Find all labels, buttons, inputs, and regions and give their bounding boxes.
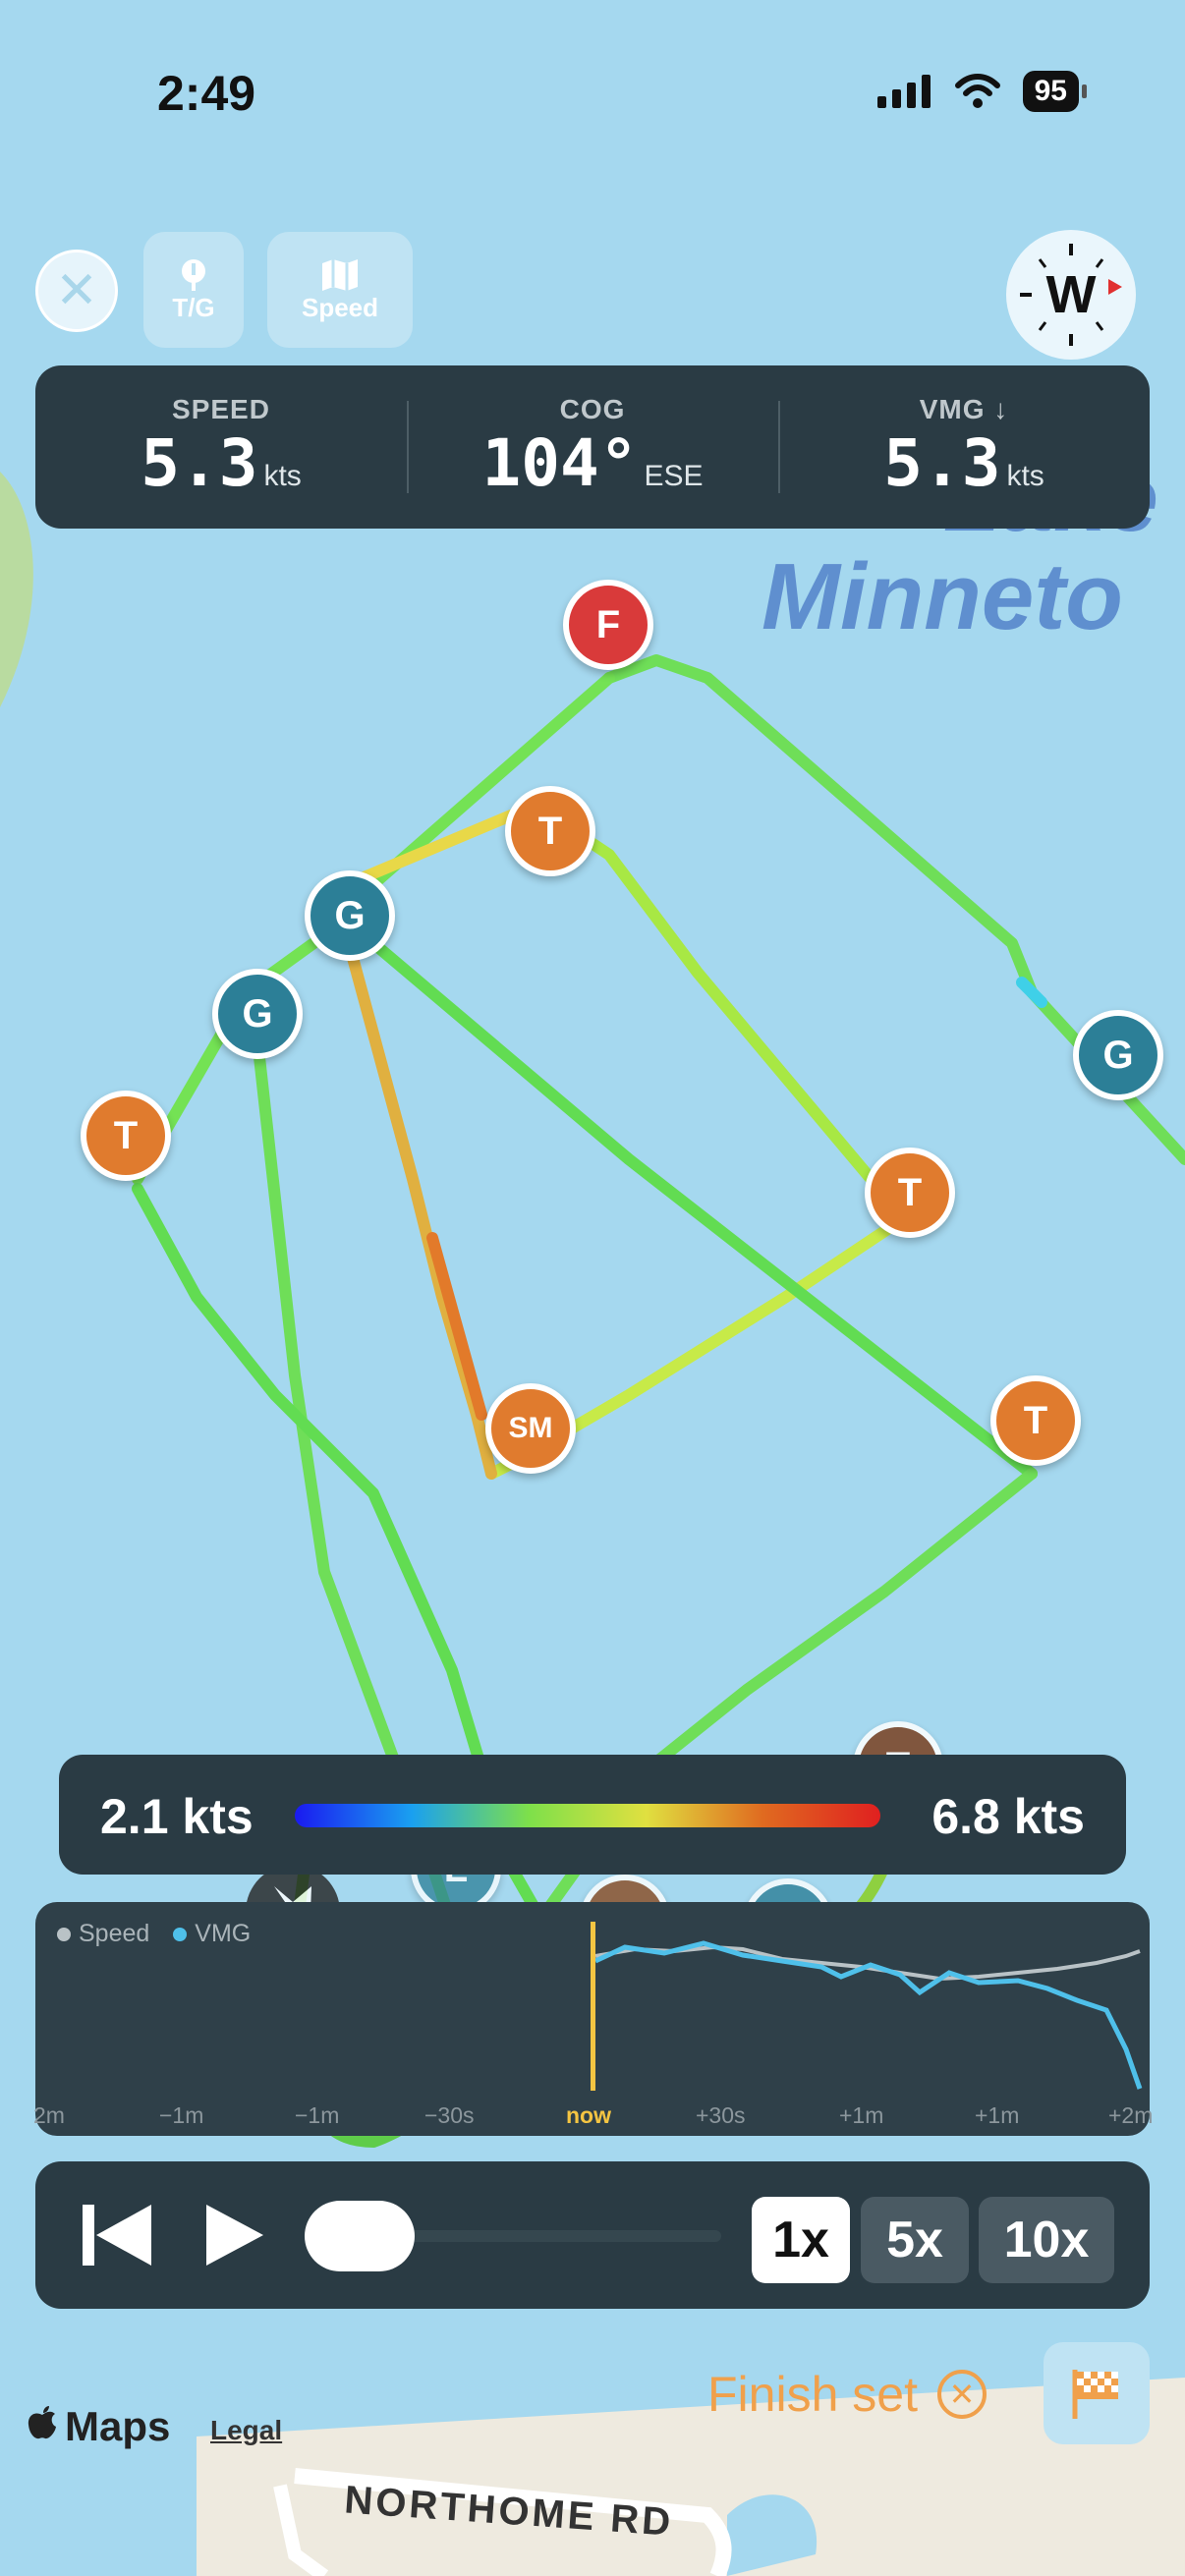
- skip-back-button[interactable]: [79, 2201, 157, 2274]
- close-icon: ✕: [55, 262, 98, 319]
- stat-label: SPEED: [172, 393, 270, 424]
- battery-icon: 95: [1022, 71, 1079, 112]
- axis-tick: −1m: [295, 2102, 340, 2128]
- legal-link[interactable]: Legal: [210, 2415, 282, 2446]
- marker-mark[interactable]: SM: [485, 1383, 576, 1474]
- scrubber-thumb[interactable]: [305, 2201, 415, 2271]
- maps-label: Maps: [65, 2403, 171, 2449]
- playback-controls: 1x 5x 10x: [35, 2161, 1150, 2309]
- signal-icon: [876, 75, 931, 108]
- status-time: 2:49: [157, 66, 256, 121]
- stat-value: 5.3: [141, 424, 258, 501]
- axis-tick: 2m: [33, 2102, 65, 2128]
- speed-map-button[interactable]: Speed: [267, 232, 413, 348]
- axis-tick: +30s: [696, 2102, 746, 2128]
- marker-tack[interactable]: T: [990, 1375, 1081, 1466]
- finish-flag-button[interactable]: [1044, 2342, 1150, 2444]
- stat-unit: kts: [263, 459, 302, 492]
- axis-tick: −1m: [159, 2102, 204, 2128]
- checkered-flag-icon: [1072, 2370, 1118, 2419]
- stats-panel: SPEED 5.3 kts COG 104° ESE VMG ↓ 5.3 kts: [35, 365, 1150, 529]
- current-time-marker[interactable]: [591, 1922, 595, 2091]
- graph-lines: [591, 1922, 1143, 2091]
- speed-max-label: 6.8 kts: [931, 1789, 1085, 1844]
- map-icon: [322, 258, 358, 291]
- play-button[interactable]: [202, 2201, 267, 2274]
- marker-gybe[interactable]: G: [305, 870, 395, 961]
- axis-tick: +1m: [975, 2102, 1020, 2128]
- status-icons: 95: [876, 71, 1087, 112]
- tg-toggle-button[interactable]: T/G: [143, 232, 244, 348]
- speed-label: Speed: [301, 292, 379, 322]
- marker-tack[interactable]: T: [505, 786, 595, 876]
- axis-tick: +1m: [839, 2102, 884, 2128]
- axis-tick: −30s: [424, 2102, 475, 2128]
- stat-cog: COG 104° ESE: [407, 365, 778, 529]
- skip-back-icon: [83, 2205, 151, 2266]
- apple-logo-icon: [28, 2406, 56, 2439]
- speed-gradient: [295, 1804, 880, 1827]
- speed-1x-button[interactable]: 1x: [752, 2197, 850, 2283]
- stat-label: VMG ↓: [919, 393, 1009, 424]
- compass-letter: W: [1045, 265, 1097, 324]
- lake-label-2: Minneto: [762, 544, 1123, 649]
- speed-10x-button[interactable]: 10x: [979, 2197, 1114, 2283]
- stat-speed: SPEED 5.3 kts: [35, 365, 407, 529]
- finish-set-label: Finish set: [707, 2367, 918, 2422]
- vmg-series: [593, 1940, 1143, 2090]
- stat-value: 104°: [481, 424, 639, 501]
- stat-label: COG: [559, 393, 626, 424]
- marker-gybe[interactable]: G: [212, 969, 303, 1059]
- play-icon: [206, 2205, 263, 2266]
- stat-vmg: VMG ↓ 5.3 kts: [778, 365, 1150, 529]
- axis-tick: +2m: [1108, 2102, 1154, 2128]
- marker-tack[interactable]: T: [865, 1148, 955, 1238]
- speed-min-label: 2.1 kts: [100, 1789, 254, 1844]
- graph-axis: 2m −1m −1m −30s now +30s +1m +1m +2m: [33, 2102, 1154, 2132]
- stat-value: 5.3: [883, 424, 1001, 501]
- marker-gybe[interactable]: G: [1073, 1010, 1163, 1100]
- wifi-icon: [954, 74, 1000, 108]
- pin-icon: [182, 258, 205, 291]
- maps-attribution: Maps: [28, 2403, 170, 2450]
- timeline-graph[interactable]: Speed VMG 2m −1m −1m −30s now +30s +1m +…: [33, 1902, 1154, 2136]
- stat-unit: ESE: [644, 459, 704, 492]
- tg-label: T/G: [172, 292, 215, 322]
- speed-5x-button[interactable]: 5x: [861, 2197, 969, 2283]
- clear-finish-icon[interactable]: ✕: [936, 2370, 987, 2419]
- marker-tack[interactable]: T: [81, 1091, 171, 1181]
- axis-tick-now: now: [566, 2102, 611, 2128]
- speed-legend: 2.1 kts 6.8 kts: [59, 1755, 1126, 1875]
- marker-finish[interactable]: F: [563, 580, 653, 670]
- compass-button[interactable]: W: [1006, 230, 1136, 360]
- close-button[interactable]: ✕: [35, 250, 118, 332]
- finish-set-control[interactable]: Finish set ✕: [707, 2366, 987, 2423]
- stat-unit: kts: [1006, 459, 1044, 492]
